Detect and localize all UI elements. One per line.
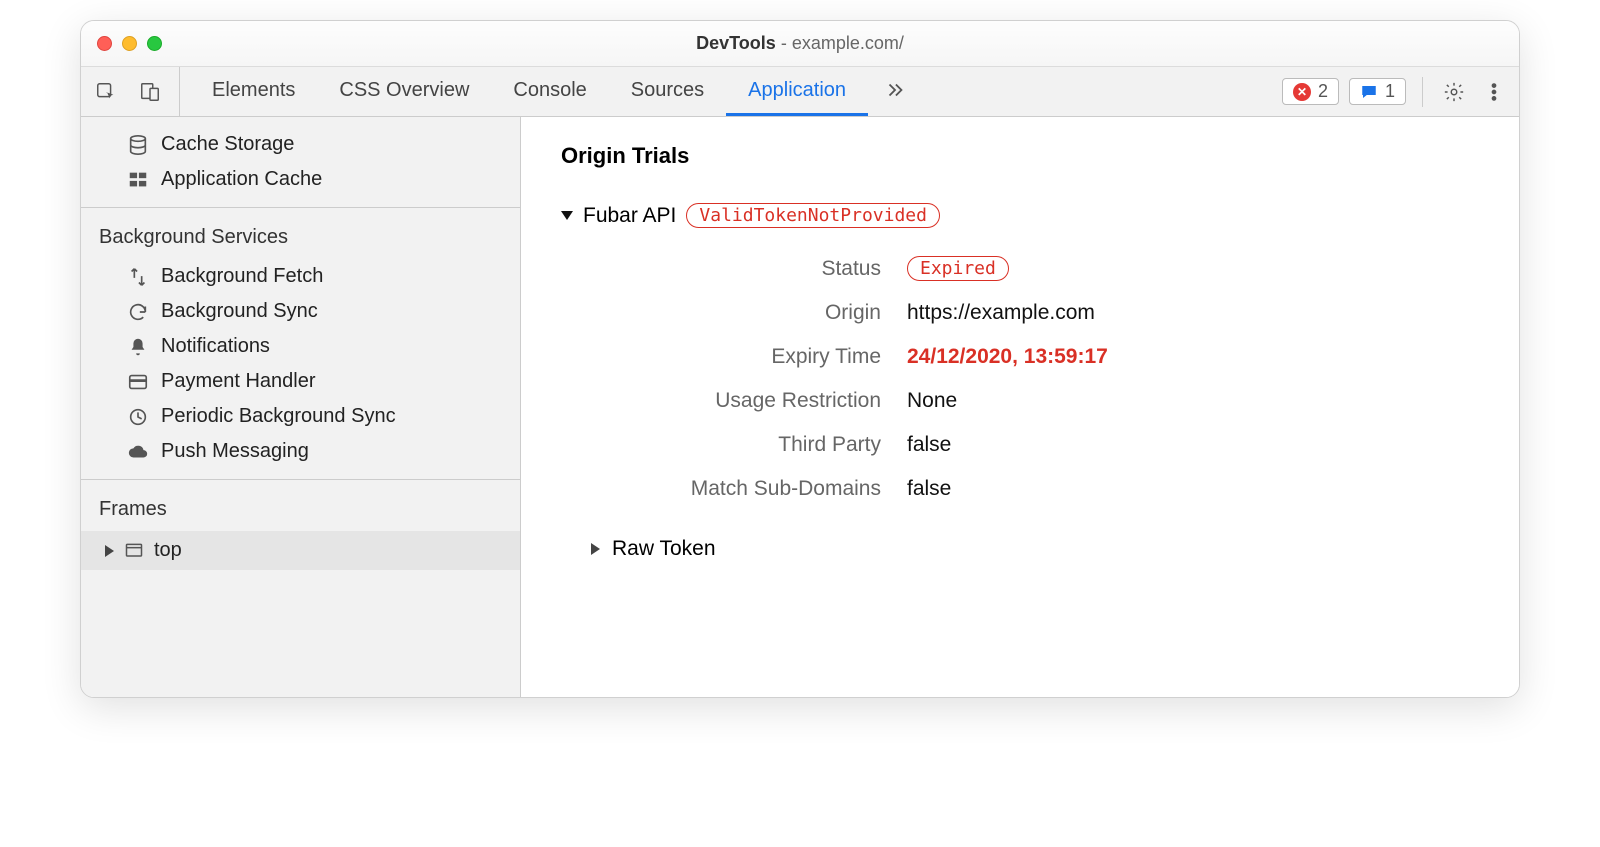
fetch-icon <box>127 266 149 288</box>
error-count-badge[interactable]: ✕ 2 <box>1282 78 1339 105</box>
sidebar-divider <box>81 207 520 208</box>
collapse-triangle-icon <box>561 211 573 220</box>
sidebar-item-background-fetch[interactable]: Background Fetch <box>81 259 520 294</box>
chevron-double-right-icon <box>884 79 906 101</box>
kv-key-expiry: Expiry Time <box>621 345 881 369</box>
message-count: 1 <box>1385 81 1395 102</box>
inspect-element-icon[interactable] <box>91 77 121 107</box>
origin-trial-status-pill: ValidTokenNotProvided <box>686 203 940 228</box>
panel-body: Cache Storage Application Cache Backgrou… <box>81 117 1519 697</box>
more-button[interactable] <box>1479 77 1509 107</box>
sidebar-item-label: Background Fetch <box>161 265 323 288</box>
gear-icon <box>1443 81 1465 103</box>
bell-icon <box>127 336 149 358</box>
window-title-page: example.com/ <box>792 33 904 53</box>
sidebar-item-label: Push Messaging <box>161 440 309 463</box>
origin-trial-name: Fubar API <box>583 204 676 228</box>
kv-val-usage: None <box>907 389 1479 413</box>
sidebar-item-label: Payment Handler <box>161 370 316 393</box>
sidebar-item-frame-top[interactable]: top <box>81 531 520 570</box>
sidebar-item-label: Periodic Background Sync <box>161 405 396 428</box>
kv-key-third-party: Third Party <box>621 433 881 457</box>
toolbar-divider <box>1422 77 1423 107</box>
kv-val-status: Expired <box>907 256 1479 281</box>
error-count: 2 <box>1318 81 1328 102</box>
origin-trial-row[interactable]: Fubar API ValidTokenNotProvided <box>561 203 1479 228</box>
page-title: Origin Trials <box>561 143 1479 169</box>
toolbar-tabs: Elements CSS Overview Console Sources Ap… <box>190 67 1272 116</box>
frame-label: top <box>154 539 182 562</box>
sidebar-heading-frames: Frames <box>81 490 520 531</box>
application-sidebar: Cache Storage Application Cache Backgrou… <box>81 117 521 697</box>
kv-val-third-party: false <box>907 433 1479 457</box>
window-title-app: DevTools <box>696 33 776 53</box>
tab-application[interactable]: Application <box>726 67 868 116</box>
grid-icon <box>127 169 149 191</box>
error-icon: ✕ <box>1293 83 1311 101</box>
content-panel: Origin Trials Fubar API ValidTokenNotPro… <box>521 117 1519 697</box>
kv-key-origin: Origin <box>621 301 881 325</box>
cloud-icon <box>127 441 149 463</box>
sidebar-item-label: Application Cache <box>161 168 322 191</box>
frame-icon <box>124 541 144 561</box>
database-icon <box>127 134 149 156</box>
window-title: DevTools - example.com/ <box>81 33 1519 54</box>
device-toolbar-icon[interactable] <box>135 77 165 107</box>
sidebar-item-label: Background Sync <box>161 300 318 323</box>
credit-card-icon <box>127 371 149 393</box>
raw-token-label: Raw Token <box>612 537 716 561</box>
expand-triangle-icon <box>105 545 114 557</box>
sidebar-item-background-sync[interactable]: Background Sync <box>81 294 520 329</box>
sidebar-item-push-messaging[interactable]: Push Messaging <box>81 434 520 469</box>
origin-trial-details: Status Expired Origin https://example.co… <box>621 256 1479 501</box>
sidebar-divider <box>81 479 520 480</box>
kv-val-match-subdomains: false <box>907 477 1479 501</box>
titlebar: DevTools - example.com/ <box>81 21 1519 67</box>
toolbar: Elements CSS Overview Console Sources Ap… <box>81 67 1519 117</box>
sync-icon <box>127 301 149 323</box>
tab-css-overview[interactable]: CSS Overview <box>317 67 491 116</box>
tabs-overflow-button[interactable] <box>868 67 922 116</box>
sidebar-item-notifications[interactable]: Notifications <box>81 329 520 364</box>
kv-val-expiry: 24/12/2020, 13:59:17 <box>907 345 1479 369</box>
expand-triangle-icon <box>591 543 600 555</box>
sidebar-item-application-cache[interactable]: Application Cache <box>81 162 520 197</box>
kv-key-usage: Usage Restriction <box>621 389 881 413</box>
sidebar-item-cache-storage[interactable]: Cache Storage <box>81 127 520 162</box>
raw-token-row[interactable]: Raw Token <box>591 537 1479 561</box>
kebab-menu-icon <box>1483 81 1505 103</box>
tab-sources[interactable]: Sources <box>609 67 726 116</box>
clock-icon <box>127 406 149 428</box>
sidebar-item-payment-handler[interactable]: Payment Handler <box>81 364 520 399</box>
sidebar-item-periodic-background-sync[interactable]: Periodic Background Sync <box>81 399 520 434</box>
message-icon <box>1360 83 1378 101</box>
settings-button[interactable] <box>1439 77 1469 107</box>
sidebar-item-label: Notifications <box>161 335 270 358</box>
sidebar-item-label: Cache Storage <box>161 133 294 156</box>
kv-val-origin: https://example.com <box>907 301 1479 325</box>
tab-console[interactable]: Console <box>491 67 608 116</box>
kv-key-match-subdomains: Match Sub-Domains <box>621 477 881 501</box>
devtools-window: DevTools - example.com/ Elements CSS Ove… <box>80 20 1520 698</box>
kv-key-status: Status <box>621 257 881 281</box>
sidebar-heading-background-services: Background Services <box>81 218 520 259</box>
tab-elements[interactable]: Elements <box>190 67 317 116</box>
message-count-badge[interactable]: 1 <box>1349 78 1406 105</box>
